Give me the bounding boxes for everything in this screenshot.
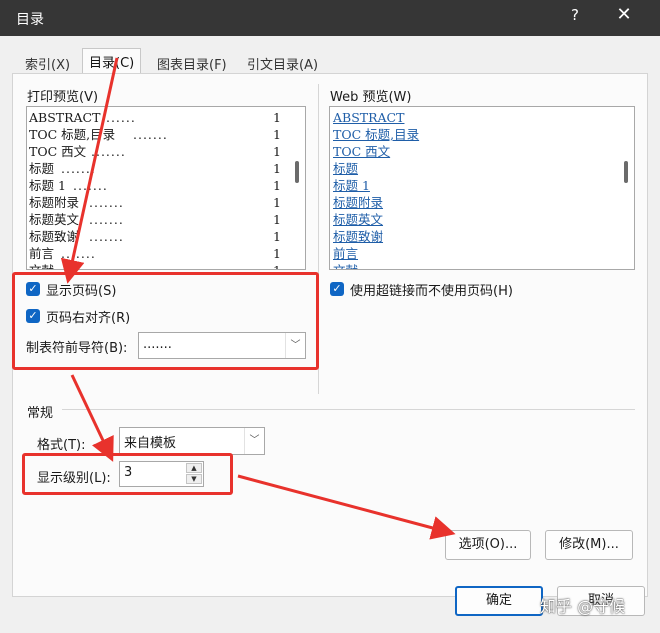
format-dropdown[interactable]: 来自模板 ﹀ <box>119 427 265 455</box>
list-item: TOC 西文....... 1 <box>29 143 281 160</box>
general-divider <box>62 409 635 410</box>
web-link[interactable]: 标题 1 <box>333 177 370 194</box>
list-item: 标题英文....... 1 <box>29 211 281 228</box>
web-link[interactable]: TOC 西文 <box>333 143 390 160</box>
use-hyperlinks-checkbox[interactable]: ✓ <box>330 282 344 296</box>
web-link[interactable]: TOC 标题,目录 <box>333 126 419 143</box>
list-item: 文献.......1 <box>29 262 281 269</box>
close-icon[interactable]: ✕ <box>613 4 635 25</box>
entry-text: ABSTRACT <box>29 110 101 125</box>
general-section-label: 常规 <box>27 406 54 421</box>
entry-text: 文献 <box>29 263 54 269</box>
entry-text: 标题英文 <box>29 212 80 227</box>
leader-dots: ....... <box>73 178 108 193</box>
list-item: 标题附录....... 1 <box>29 194 281 211</box>
entry-page: 1 <box>273 195 281 210</box>
entry-page: 1 <box>273 127 281 142</box>
entry-text: 标题附录 <box>29 195 80 210</box>
print-preview-scrollbar[interactable] <box>295 161 299 183</box>
tab-authorities[interactable]: 引文目录(A) <box>240 50 325 74</box>
leader-dots: ....... <box>133 127 168 142</box>
annotation-box-page-options <box>12 272 319 370</box>
entry-page: 1 <box>273 262 281 269</box>
entry-page: 1 <box>273 212 281 227</box>
web-link[interactable]: 标题英文 <box>333 211 383 228</box>
entry-page: 1 <box>273 144 281 159</box>
leader-dots: ....... <box>101 110 136 125</box>
leader-dots: ....... <box>91 144 126 159</box>
web-link[interactable]: 标题 <box>333 160 358 177</box>
window-title: 目录 <box>16 12 44 28</box>
print-preview-box[interactable]: ABSTRACT....... 1 TOC 标题,目录....... 1 TOC 西… <box>26 106 306 270</box>
entry-text: TOC 标题,目录 <box>29 127 116 142</box>
use-hyperlinks-label[interactable]: 使用超链接而不使用页码(H) <box>350 280 513 299</box>
leader-dots: ....... <box>89 195 124 210</box>
leader-dots: ....... <box>89 212 124 227</box>
options-button[interactable]: 选项(O)... <box>445 530 531 560</box>
entry-text: 前言 <box>29 246 55 261</box>
web-preview-label: Web 预览(W) <box>330 90 412 105</box>
leader-dots: ....... <box>89 229 124 244</box>
tab-index[interactable]: 索引(X) <box>18 50 77 74</box>
format-label: 格式(T): <box>37 438 86 453</box>
list-item: 标题致谢....... 1 <box>29 228 281 245</box>
tab-toc[interactable]: 目录(C) <box>82 48 142 74</box>
entry-text: 标题 <box>29 161 55 176</box>
entry-text: 标题 1 <box>29 178 66 193</box>
web-link[interactable]: 标题附录 <box>333 194 383 211</box>
title-bar: 目录 ? ✕ <box>0 0 660 36</box>
web-link[interactable]: 文献 <box>333 262 358 269</box>
print-preview-label: 打印预览(V) <box>27 90 99 105</box>
entry-page: 1 <box>273 110 281 125</box>
list-item: 标题....... 1 <box>29 160 281 177</box>
modify-button[interactable]: 修改(M)... <box>545 530 633 560</box>
list-item: 标题 1....... 1 <box>29 177 281 194</box>
help-icon[interactable]: ? <box>566 6 584 24</box>
tab-figures[interactable]: 图表目录(F) <box>150 50 234 74</box>
entry-page: 1 <box>273 161 281 176</box>
watermark-text: 知乎 @守候 <box>540 597 626 616</box>
annotation-box-levels <box>22 453 233 495</box>
entry-page: 1 <box>273 229 281 244</box>
chevron-down-icon: ﹀ <box>244 428 264 454</box>
list-item: TOC 标题,目录....... 1 <box>29 126 281 143</box>
ok-button[interactable]: 确定 <box>455 586 543 616</box>
web-preview-box[interactable]: ABSTRACT TOC 标题,目录 TOC 西文 标题 标题 1 标题附录 标… <box>329 106 635 270</box>
entry-text: TOC 西文 <box>29 144 87 159</box>
web-preview-scrollbar[interactable] <box>624 161 628 183</box>
web-link[interactable]: 前言 <box>333 245 358 262</box>
web-link[interactable]: ABSTRACT <box>333 109 404 126</box>
entry-text: 标题致谢 <box>29 229 80 244</box>
format-value: 来自模板 <box>124 436 177 451</box>
entry-page: 1 <box>273 178 281 193</box>
leader-dots: ....... <box>61 246 96 261</box>
leader-dots: ....... <box>61 161 96 176</box>
leader-dots: ....... <box>61 262 273 269</box>
list-item: 前言....... 1 <box>29 245 281 262</box>
entry-page: 1 <box>273 246 281 261</box>
list-item: ABSTRACT....... 1 <box>29 109 281 126</box>
web-link[interactable]: 标题致谢 <box>333 228 383 245</box>
